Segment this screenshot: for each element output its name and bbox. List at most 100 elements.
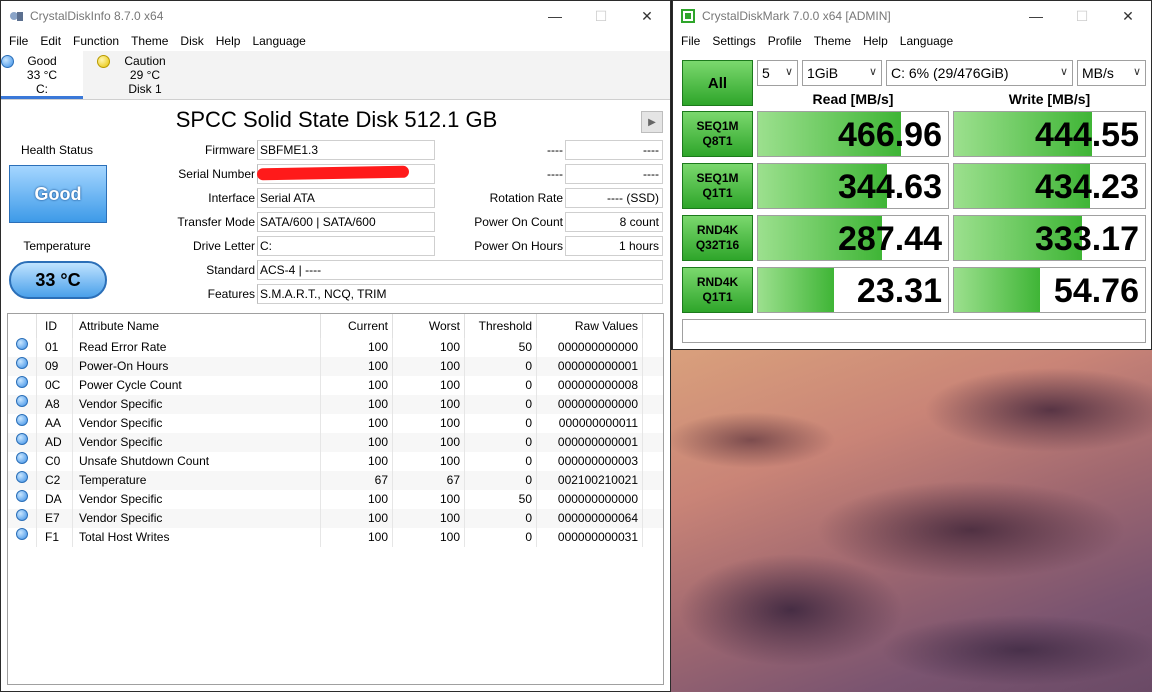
disk-tab-1[interactable]: Caution 29 °C Disk 1	[83, 51, 187, 99]
menu-theme[interactable]: Theme	[125, 34, 174, 48]
attribute-name-cell: Vendor Specific	[73, 414, 321, 433]
table-row[interactable]: AD Vendor Specific 100 100 0 000000000001	[8, 433, 663, 452]
menu-language[interactable]: Language	[894, 34, 959, 48]
read-result-value: 344.63	[838, 168, 942, 206]
table-row[interactable]: 09 Power-On Hours 100 100 0 000000000001	[8, 357, 663, 376]
test-button[interactable]: SEQ1M Q8T1	[682, 111, 753, 157]
table-body: 01 Read Error Rate 100 100 50 000000000000 09 P…	[8, 338, 663, 547]
desktop-wallpaper	[671, 350, 1152, 692]
comment-field[interactable]	[682, 319, 1146, 343]
read-result-bar	[758, 268, 834, 312]
worst-cell: 100	[393, 376, 465, 395]
temperature-label: Temperature	[23, 239, 91, 253]
drive-select[interactable]: C: 6% (29/476GiB) ∨	[886, 60, 1073, 86]
table-row[interactable]: E7 Vendor Specific 100 100 0 000000000064	[8, 509, 663, 528]
test-button[interactable]: SEQ1M Q1T1	[682, 163, 753, 209]
temperature-value: 33 °C	[9, 261, 107, 299]
column-header-id[interactable]: ID	[37, 314, 73, 338]
status-cell	[8, 452, 37, 471]
unit-select[interactable]: MB/s ∨	[1077, 60, 1146, 86]
test-count-select[interactable]: 5 ∨	[757, 60, 798, 86]
column-header-threshold[interactable]: Threshold	[465, 314, 537, 338]
menu-help[interactable]: Help	[857, 34, 894, 48]
table-row[interactable]: A8 Vendor Specific 100 100 0 000000000000	[8, 395, 663, 414]
app-icon	[10, 12, 23, 21]
next-disk-button[interactable]: ▶	[641, 111, 663, 133]
maximize-button[interactable]: ☐	[578, 1, 624, 31]
worst-cell: 100	[393, 528, 465, 547]
table-row[interactable]: 01 Read Error Rate 100 100 50 000000000000	[8, 338, 663, 357]
test-button[interactable]: RND4K Q32T16	[682, 215, 753, 261]
cdm-menubar: File Settings Profile Theme Help Languag…	[673, 31, 1151, 51]
firmware-label: Firmware	[205, 143, 255, 157]
menu-edit[interactable]: Edit	[34, 34, 67, 48]
crystaldiskmark-window: CrystalDiskMark 7.0.0 x64 [ADMIN] — ☐ ✕ …	[672, 0, 1152, 350]
health-status-button[interactable]: Good	[9, 165, 107, 223]
table-row[interactable]: C2 Temperature 67 67 0 002100210021	[8, 471, 663, 490]
cdm-titlebar: CrystalDiskMark 7.0.0 x64 [ADMIN] — ☐ ✕	[673, 1, 1151, 31]
health-status-label: Health Status	[20, 143, 94, 157]
raw-value-cell: 000000000000	[537, 338, 643, 357]
good-status-icon	[16, 414, 28, 426]
menu-help[interactable]: Help	[210, 34, 247, 48]
worst-cell: 100	[393, 395, 465, 414]
read-result: 23.31	[757, 267, 949, 313]
test-size-select[interactable]: 1GiB ∨	[802, 60, 882, 86]
raw-value-cell: 000000000000	[537, 395, 643, 414]
menu-disk[interactable]: Disk	[174, 34, 209, 48]
current-cell: 100	[321, 433, 393, 452]
close-button[interactable]: ✕	[1105, 1, 1151, 31]
serial-label: Serial Number	[178, 167, 255, 181]
id-cell: DA	[37, 490, 73, 509]
write-result: 444.55	[953, 111, 1146, 157]
test-queue: Q8T1	[702, 134, 733, 148]
status-cell	[8, 528, 37, 547]
test-button[interactable]: RND4K Q1T1	[682, 267, 753, 313]
drive-letter-label: Drive Letter	[192, 239, 255, 253]
menu-file[interactable]: File	[675, 34, 706, 48]
run-all-button[interactable]: All	[682, 60, 753, 106]
raw-value-cell: 000000000003	[537, 452, 643, 471]
power-on-count-label: Power On Count	[474, 215, 563, 229]
column-header-raw[interactable]: Raw Values	[537, 314, 643, 338]
transfer-mode-value: SATA/600 | SATA/600	[257, 212, 435, 232]
test-queue: Q1T1	[702, 186, 733, 200]
close-button[interactable]: ✕	[624, 1, 670, 31]
column-header-current[interactable]: Current	[321, 314, 393, 338]
attribute-name-cell: Total Host Writes	[73, 528, 321, 547]
disk-tab-c[interactable]: Good 33 °C C:	[1, 51, 83, 99]
table-row[interactable]: 0C Power Cycle Count 100 100 0 000000000008	[8, 376, 663, 395]
id-cell: F1	[37, 528, 73, 547]
read-result: 344.63	[757, 163, 949, 209]
menu-language[interactable]: Language	[246, 34, 311, 48]
maximize-button[interactable]: ☐	[1059, 1, 1105, 31]
good-status-icon	[16, 528, 28, 540]
good-status-icon	[16, 376, 28, 388]
table-row[interactable]: C0 Unsafe Shutdown Count 100 100 0 0000000000…	[8, 452, 663, 471]
worst-cell: 67	[393, 471, 465, 490]
column-header-worst[interactable]: Worst	[393, 314, 465, 338]
good-status-icon	[16, 433, 28, 445]
column-header-attribute[interactable]: Attribute Name	[73, 314, 321, 338]
menu-function[interactable]: Function	[67, 34, 125, 48]
minimize-button[interactable]: —	[1013, 1, 1059, 31]
menu-profile[interactable]: Profile	[762, 34, 808, 48]
rotation-rate-label: Rotation Rate	[489, 191, 563, 205]
table-row[interactable]: DA Vendor Specific 100 100 50 000000000000	[8, 490, 663, 509]
minimize-button[interactable]: —	[532, 1, 578, 31]
test-name: SEQ1M	[696, 119, 739, 133]
menu-settings[interactable]: Settings	[706, 34, 761, 48]
rotation-rate-value: ---- (SSD)	[565, 188, 663, 208]
menu-file[interactable]: File	[3, 34, 34, 48]
table-row[interactable]: AA Vendor Specific 100 100 0 000000000011	[8, 414, 663, 433]
unused-value-1: ----	[565, 140, 663, 160]
menu-theme[interactable]: Theme	[808, 34, 857, 48]
write-result: 434.23	[953, 163, 1146, 209]
smart-attribute-table[interactable]: ID Attribute Name Current Worst Threshol…	[7, 313, 664, 685]
table-row[interactable]: F1 Total Host Writes 100 100 0 000000000031	[8, 528, 663, 547]
cdm-title: CrystalDiskMark 7.0.0 x64 [ADMIN]	[702, 9, 891, 23]
interface-value: Serial ATA	[257, 188, 435, 208]
threshold-cell: 0	[465, 357, 537, 376]
status-cell	[8, 490, 37, 509]
status-cell	[8, 433, 37, 452]
